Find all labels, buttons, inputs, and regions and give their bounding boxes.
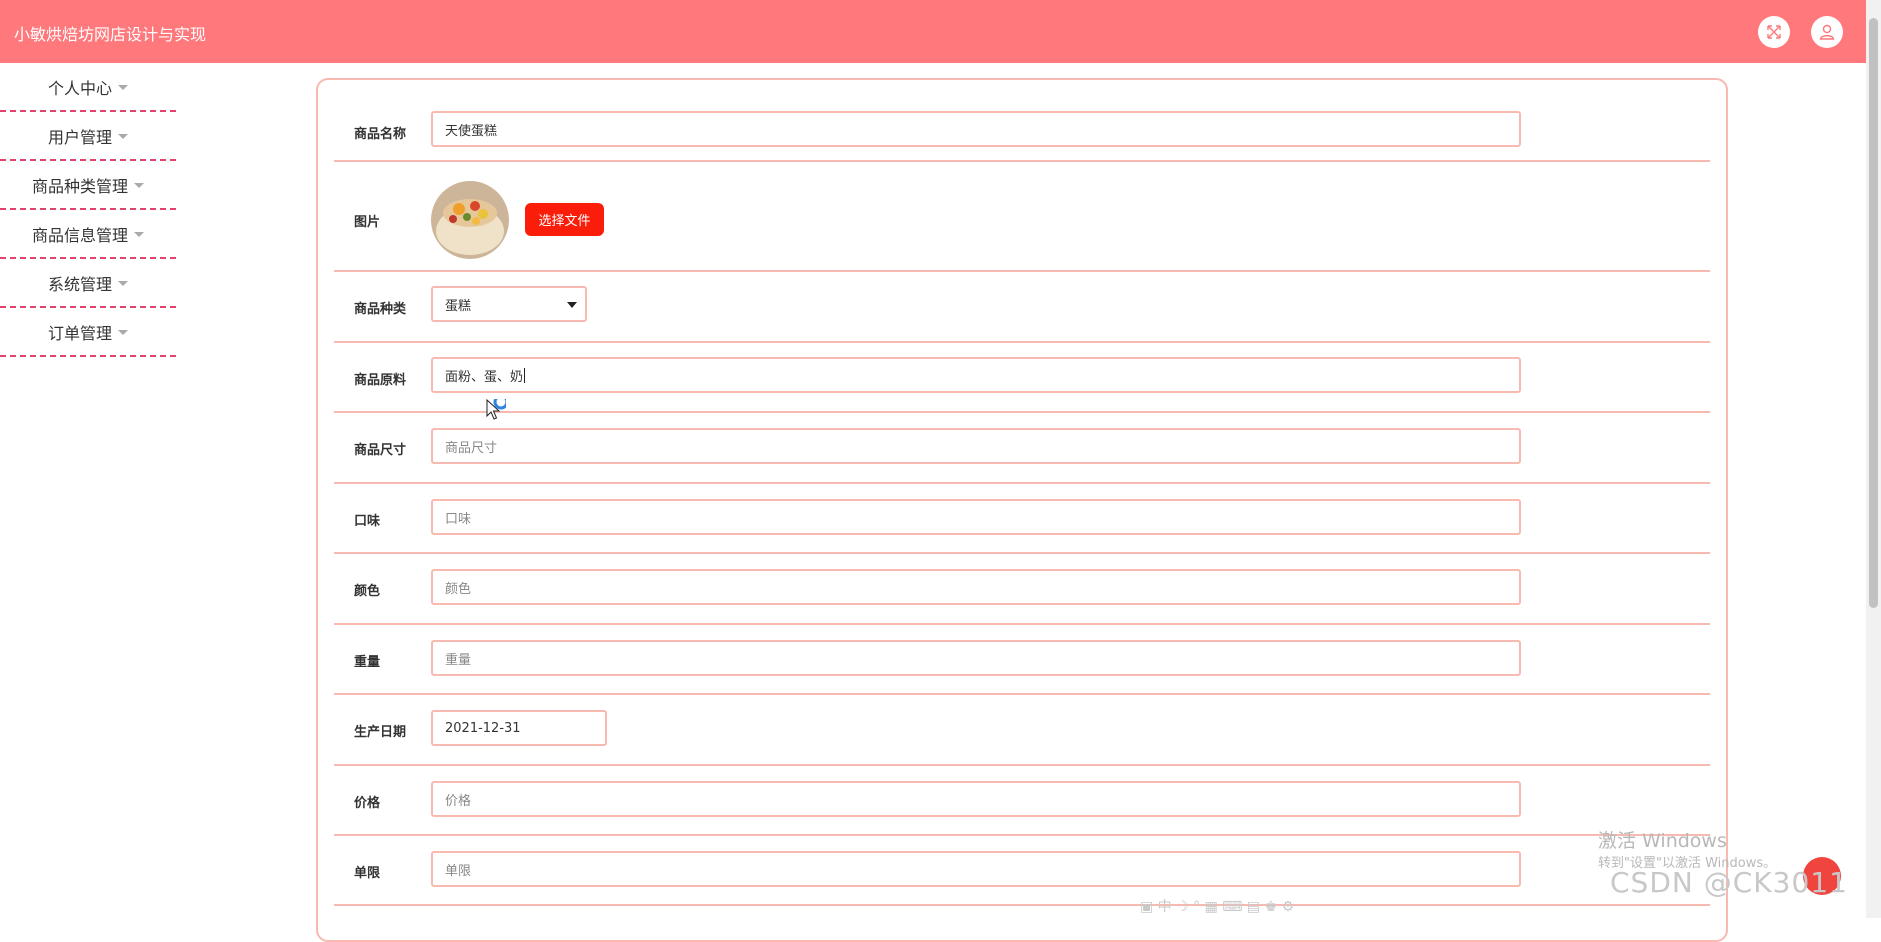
color-input[interactable]: 颜色: [431, 569, 1521, 605]
sidebar-item-label: 个人中心: [47, 78, 112, 98]
fullscreen-icon[interactable]: [1758, 16, 1790, 48]
sidebar-item-label: 系统管理: [47, 274, 112, 294]
text-caret: [524, 367, 526, 383]
sidebar-item-category-management[interactable]: 商品种类管理: [0, 161, 176, 210]
limit-input[interactable]: 单限: [431, 851, 1521, 887]
csdn-watermark: CSDN @CK3011: [1610, 866, 1848, 899]
top-bar: 小敏烘焙坊网店设计与实现: [0, 0, 1866, 63]
limit-label: 单限: [354, 866, 381, 881]
caret-down-icon: [134, 183, 144, 188]
production-date-label: 生产日期: [354, 725, 407, 740]
caret-down-icon: [134, 232, 144, 237]
product-form-panel: 商品名称 天使蛋糕 图片 选择文件 商品种类 蛋糕 商品原料 面粉、蛋、奶 商品…: [316, 78, 1728, 942]
form-row-limit: 单限 单限: [334, 834, 1710, 906]
caret-down-icon: [118, 281, 128, 286]
price-placeholder: 价格: [445, 793, 472, 809]
name-value: 天使蛋糕: [445, 123, 498, 139]
form-row-flavor: 口味 口味: [334, 482, 1710, 554]
page-scrollbar[interactable]: [1866, 0, 1881, 918]
category-value: 蛋糕: [445, 298, 472, 314]
sidebar-item-label: 用户管理: [47, 127, 112, 147]
name-input[interactable]: 天使蛋糕: [431, 111, 1521, 147]
form-row-weight: 重量 重量: [334, 623, 1710, 695]
ingredients-value: 面粉、蛋、奶: [445, 369, 524, 385]
form-row-color: 颜色 颜色: [334, 552, 1710, 625]
price-label: 价格: [354, 796, 381, 811]
app-title: 小敏烘焙坊网店设计与实现: [14, 25, 207, 44]
flavor-placeholder: 口味: [445, 511, 472, 527]
limit-placeholder: 单限: [445, 863, 472, 879]
size-label: 商品尺寸: [354, 443, 407, 458]
caret-down-icon: [118, 134, 128, 139]
color-label: 颜色: [354, 584, 381, 599]
sidebar-item-personal-center[interactable]: 个人中心: [0, 63, 176, 112]
flavor-input[interactable]: 口味: [431, 499, 1521, 535]
caret-down-icon: [118, 85, 128, 90]
form-row-size: 商品尺寸 商品尺寸: [334, 411, 1710, 484]
sidebar-item-product-management[interactable]: 商品信息管理: [0, 210, 176, 259]
size-input[interactable]: 商品尺寸: [431, 428, 1521, 464]
ingredients-label: 商品原料: [354, 373, 407, 388]
production-date-input[interactable]: 2021-12-31: [431, 710, 607, 746]
image-label: 图片: [354, 215, 381, 230]
category-select[interactable]: 蛋糕: [431, 286, 587, 322]
sidebar-item-label: 商品种类管理: [31, 176, 128, 196]
chevron-down-icon: [567, 302, 577, 308]
size-placeholder: 商品尺寸: [445, 440, 498, 456]
choose-file-button[interactable]: 选择文件: [525, 203, 604, 236]
weight-placeholder: 重量: [445, 652, 472, 668]
sidebar-item-system-management[interactable]: 系统管理: [0, 259, 176, 308]
category-label: 商品种类: [354, 302, 407, 317]
user-icon[interactable]: [1811, 16, 1843, 48]
form-row-price: 价格 价格: [334, 764, 1710, 836]
weight-input[interactable]: 重量: [431, 640, 1521, 676]
windows-activation-title: 激活 Windows: [1598, 830, 1727, 852]
form-row-production-date: 生产日期 2021-12-31: [334, 693, 1710, 766]
sidebar-item-label: 商品信息管理: [31, 225, 128, 245]
form-row-name: 商品名称 天使蛋糕: [334, 80, 1710, 162]
sidebar-item-order-management[interactable]: 订单管理: [0, 308, 176, 357]
ingredients-input[interactable]: 面粉、蛋、奶: [431, 357, 1521, 393]
form-row-image: 图片 选择文件: [334, 160, 1710, 272]
input-method-toolbar: ▣ 中 ☽ ° ▦ ⌨ ▤ ♚ ⚙: [1140, 899, 1295, 915]
mouse-cursor-icon: [486, 399, 506, 420]
weight-label: 重量: [354, 655, 381, 670]
scrollbar-thumb[interactable]: [1869, 18, 1878, 608]
product-image: [431, 181, 509, 259]
production-date-value: 2021-12-31: [445, 720, 521, 736]
sidebar-item-user-management[interactable]: 用户管理: [0, 112, 176, 161]
sidebar: 个人中心 用户管理 商品种类管理 商品信息管理 系统管理 订单管理: [0, 63, 176, 357]
form-row-ingredients: 商品原料 面粉、蛋、奶: [334, 341, 1710, 413]
flavor-label: 口味: [354, 514, 381, 529]
sidebar-item-label: 订单管理: [47, 323, 112, 343]
price-input[interactable]: 价格: [431, 781, 1521, 817]
form-row-category: 商品种类 蛋糕: [334, 270, 1710, 343]
name-label: 商品名称: [354, 127, 407, 142]
color-placeholder: 颜色: [445, 581, 472, 597]
caret-down-icon: [118, 330, 128, 335]
